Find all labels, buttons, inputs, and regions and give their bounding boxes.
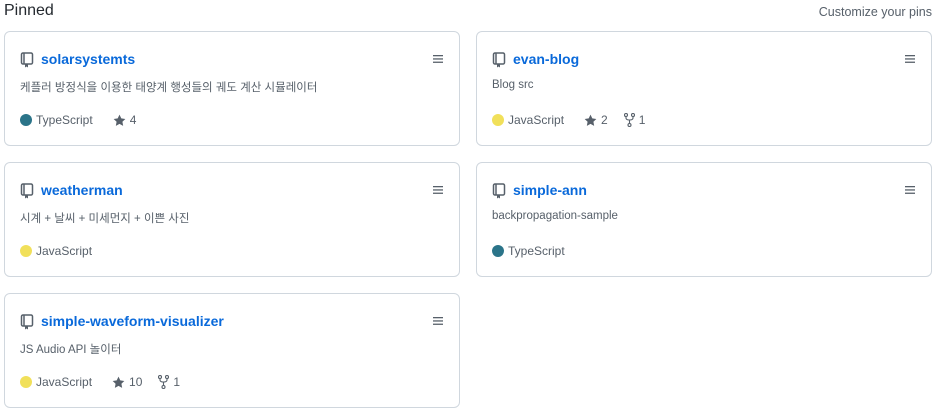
repo-stars-link[interactable]: 10	[112, 375, 142, 389]
repo-meta: JavaScript 2 1	[492, 112, 661, 128]
repo-meta: TypeScript 4	[20, 112, 152, 128]
pinned-repo-card: simple-ann backpropagation-sample TypeScri…	[476, 162, 932, 277]
repo-language-label: JavaScript	[36, 244, 93, 258]
language-color-dot	[20, 245, 32, 257]
repo-stars-link[interactable]: 2	[584, 113, 608, 127]
star-icon	[584, 114, 597, 126]
repo-icon	[20, 52, 34, 68]
repo-name-link[interactable]: solarsystemts	[41, 51, 135, 67]
grabber-icon[interactable]	[433, 185, 443, 195]
repo-meta: TypeScript	[492, 243, 585, 259]
pinned-repo-card: simple-waveform-visualizer JS Audio API 놀…	[4, 293, 460, 408]
grabber-icon[interactable]	[433, 54, 443, 64]
repo-language: JavaScript	[492, 113, 564, 127]
repo-description: 시계 + 날씨 + 미세먼지 + 이쁜 사진	[20, 213, 190, 225]
repo-description: 케플러 방정식을 이용한 태양계 행성들의 궤도 계산 시뮬레이터	[20, 82, 318, 94]
repo-icon	[20, 314, 34, 330]
repo-description: JS Audio API 놀이터	[20, 344, 122, 356]
star-icon	[113, 114, 126, 126]
repo-icon	[492, 52, 506, 68]
repo-forks-count: 1	[638, 113, 646, 127]
language-color-dot	[20, 114, 32, 126]
pinned-repo-card: weatherman 시계 + 날씨 + 미세먼지 + 이쁜 사진 JavaScri…	[4, 162, 460, 277]
repo-language-label: TypeScript	[508, 244, 565, 258]
repo-forks-count: 1	[173, 375, 181, 389]
repo-language-label: JavaScript	[508, 113, 565, 127]
repo-name-link[interactable]: weatherman	[41, 182, 123, 198]
repo-forks-link[interactable]: 1	[623, 113, 646, 127]
repo-language: TypeScript	[20, 113, 93, 127]
repo-language: JavaScript	[20, 244, 92, 258]
customize-pins-link[interactable]: Customize your pins	[819, 5, 932, 19]
pinned-repo-card: solarsystemts 케플러 방정식을 이용한 태양계 행성들의 궤도 계산…	[4, 31, 460, 146]
repo-forks-link[interactable]: 1	[158, 375, 180, 389]
repo-language: JavaScript	[20, 375, 92, 389]
repo-meta: JavaScript	[20, 243, 112, 259]
repo-language: TypeScript	[492, 244, 565, 258]
grabber-icon[interactable]	[905, 185, 915, 195]
fork-icon	[623, 113, 635, 127]
repo-icon	[492, 183, 506, 199]
repo-name-link[interactable]: simple-ann	[513, 182, 587, 198]
grabber-icon[interactable]	[905, 54, 915, 64]
pinned-repo-card: evan-blog Blog src JavaScript 2 1	[476, 31, 932, 146]
pinned-header: Pinned Customize your pins	[0, 0, 936, 26]
repo-name-link[interactable]: simple-waveform-visualizer	[41, 313, 224, 329]
repo-stars-count: 2	[601, 113, 608, 127]
repo-icon	[20, 183, 34, 199]
repo-stars-link[interactable]: 4	[113, 113, 137, 127]
repo-meta: JavaScript 10 1	[20, 374, 196, 390]
repo-stars-count: 10	[129, 375, 143, 389]
star-icon	[112, 376, 125, 388]
grabber-icon[interactable]	[433, 316, 443, 326]
repo-name-link[interactable]: evan-blog	[513, 51, 579, 67]
repo-stars-count: 4	[129, 113, 137, 127]
pinned-title: Pinned	[4, 2, 54, 19]
repo-description: backpropagation-sample	[492, 210, 618, 222]
repo-description: Blog src	[492, 79, 534, 91]
language-color-dot	[492, 114, 504, 126]
language-color-dot	[492, 245, 504, 257]
language-color-dot	[20, 376, 32, 388]
repo-language-label: TypeScript	[36, 113, 93, 127]
repo-language-label: JavaScript	[36, 375, 93, 389]
fork-icon	[158, 375, 170, 389]
